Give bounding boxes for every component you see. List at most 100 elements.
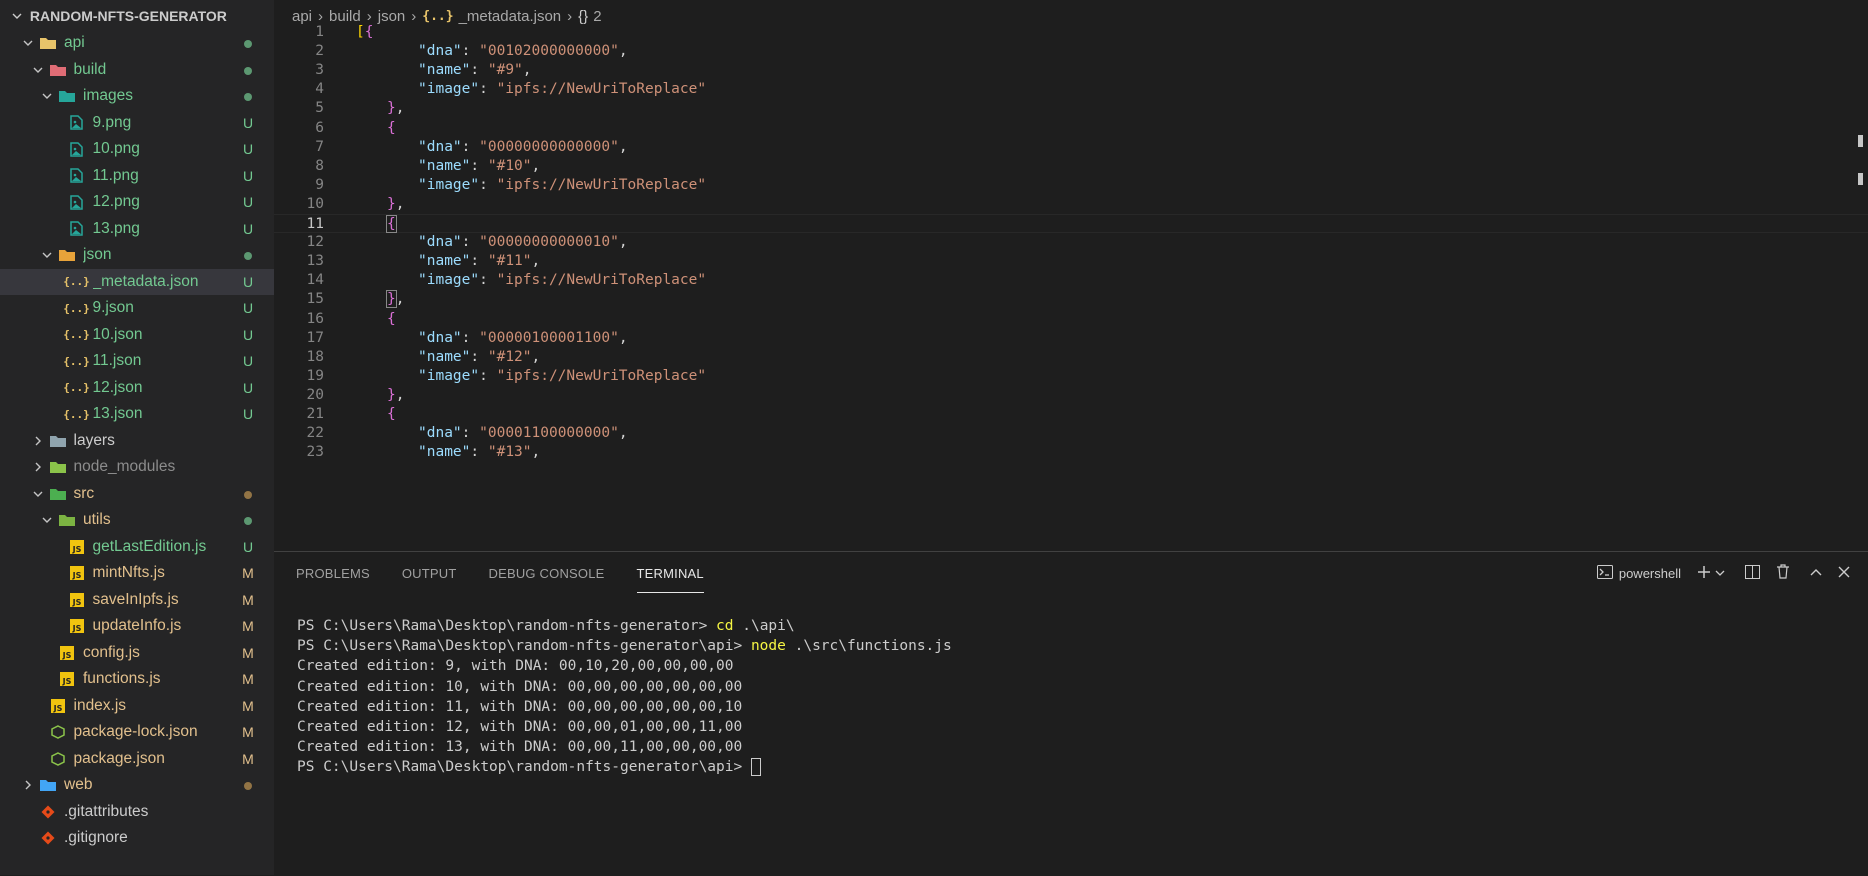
code-line[interactable]: 14 "image": "ipfs://NewUriToReplace" (274, 271, 1868, 290)
modified-dot-icon (240, 486, 256, 502)
code-line[interactable]: 6{ (274, 119, 1868, 138)
tab-output[interactable]: OUTPUT (402, 566, 457, 588)
file-item-12-png[interactable]: 12.png U (0, 189, 274, 216)
chevron-right-icon[interactable] (30, 459, 46, 475)
folder-item-src[interactable]: src (0, 481, 274, 508)
code-line[interactable]: 1 [{ (274, 23, 1868, 42)
breadcrumb-item-api[interactable]: api (292, 8, 312, 25)
code-line[interactable]: 5}, (274, 99, 1868, 118)
code-line[interactable]: 17 "dna": "00000100001100", (274, 329, 1868, 348)
file-item-saveinipfs-js[interactable]: JS saveInIpfs.js M (0, 587, 274, 614)
code-line[interactable]: 9 "image": "ipfs://NewUriToReplace" (274, 176, 1868, 195)
folder-item-layers[interactable]: layers (0, 428, 274, 455)
code-line[interactable]: 16 { (274, 310, 1868, 329)
folder-item-json[interactable]: json (0, 242, 274, 269)
file-item-metadata-json[interactable]: {..} _metadata.json U (0, 268, 274, 295)
terminal-selector[interactable]: powershell (1596, 564, 1681, 582)
code-line[interactable]: 13 "name": "#11", (274, 252, 1868, 271)
folder-item-build[interactable]: build (0, 57, 274, 84)
file-item-updateinfo-js[interactable]: JS updateInfo.js M (0, 613, 274, 640)
file-item-gitattributes[interactable]: .gitattributes (0, 799, 274, 826)
file-item-index-js[interactable]: JS index.js M (0, 693, 274, 720)
chevron-down-icon[interactable] (20, 35, 36, 51)
folder-item-images[interactable]: images (0, 83, 274, 110)
tab-terminal[interactable]: TERMINAL (636, 566, 704, 593)
code-text: }, (356, 195, 404, 214)
breadcrumb-item-json[interactable]: json (378, 8, 406, 25)
terminal-output[interactable]: PS C:\Users\Rama\Desktop\random-nfts-gen… (297, 616, 952, 778)
file-item-config-js[interactable]: JS config.js M (0, 640, 274, 667)
file-item-mintnfts-js[interactable]: JS mintNfts.js M (0, 560, 274, 587)
chevron-down-icon[interactable] (30, 486, 46, 502)
code-line[interactable]: 12 "dna": "00000000000010", (274, 233, 1868, 252)
file-item-9-json[interactable]: {..} 9.json U (0, 295, 274, 322)
chevron-right-icon[interactable] (30, 433, 46, 449)
editor-area[interactable]: api › build › json › {..} _metadata.json… (274, 0, 1868, 551)
code-line[interactable]: 3 "name": "#9", (274, 61, 1868, 80)
code-line[interactable]: 10}, (274, 195, 1868, 214)
chevron-down-icon[interactable] (1715, 566, 1725, 581)
code-line[interactable]: 21 { (274, 405, 1868, 424)
code-line[interactable]: 19 "image": "ipfs://NewUriToReplace" (274, 367, 1868, 386)
code-line[interactable]: 11 { (274, 214, 1868, 234)
file-item-10-json[interactable]: {..} 10.json U (0, 322, 274, 349)
folder-item-web[interactable]: web (0, 772, 274, 799)
folder-item-utils[interactable]: utils (0, 507, 274, 534)
overview-ruler[interactable] (1858, 135, 1866, 211)
code-token: "#10" (487, 157, 532, 174)
svg-text:JS: JS (62, 677, 72, 686)
maximize-panel-button[interactable] (1810, 566, 1822, 581)
kill-terminal-button[interactable] (1776, 564, 1790, 582)
file-item-13-json[interactable]: {..} 13.json U (0, 401, 274, 428)
svg-text:JS: JS (62, 651, 72, 660)
code-line[interactable]: 23 "name": "#13", (274, 443, 1868, 462)
code-token: , (395, 195, 405, 212)
json-file-icon: {..} (63, 381, 90, 395)
split-terminal-button[interactable] (1745, 564, 1760, 582)
file-item-11-json[interactable]: {..} 11.json U (0, 348, 274, 375)
code-line[interactable]: 2 "dna": "00102000000000", (274, 42, 1868, 61)
file-item-12-json[interactable]: {..} 12.json U (0, 375, 274, 402)
breadcrumb-item-file[interactable]: _metadata.json (459, 8, 562, 25)
js-file-icon: JS (57, 644, 77, 662)
code-line[interactable]: 7 "dna": "00000000000000", (274, 138, 1868, 157)
json-file-icon: {..} (63, 354, 90, 368)
file-item-10-png[interactable]: 10.png U (0, 136, 274, 163)
file-item-functions-js[interactable]: JS functions.js M (0, 666, 274, 693)
file-item-package-json[interactable]: package.json M (0, 746, 274, 773)
git-status-badge: M (242, 644, 254, 661)
ruler-mark (1858, 135, 1863, 147)
file-item-9-png[interactable]: 9.png U (0, 110, 274, 137)
tab-problems[interactable]: PROBLEMS (296, 566, 370, 588)
code-text: { (356, 119, 396, 138)
code-line[interactable]: 4 "image": "ipfs://NewUriToReplace" (274, 80, 1868, 99)
terminal-text: PS C:\Users\Rama\Desktop\random-nfts-gen… (297, 759, 751, 776)
code-line[interactable]: 22 "dna": "00001100000000", (274, 424, 1868, 443)
breadcrumb-item-symbol[interactable]: 2 (593, 8, 601, 25)
chevron-down-icon[interactable] (39, 512, 55, 528)
chevron-right-icon[interactable] (20, 777, 36, 793)
chevron-down-icon[interactable] (30, 62, 46, 78)
close-panel-button[interactable] (1838, 566, 1850, 581)
line-number: 10 (306, 195, 324, 212)
breadcrumb-item-build[interactable]: build (329, 8, 361, 25)
code-line[interactable]: 15}, (274, 290, 1868, 309)
code-token: "image" (418, 367, 480, 384)
file-item-11-png[interactable]: 11.png U (0, 163, 274, 190)
code-line[interactable]: 18 "name": "#12", (274, 348, 1868, 367)
file-item-getlastedition-js[interactable]: JS getLastEdition.js U (0, 534, 274, 561)
tab-debug-console[interactable]: DEBUG CONSOLE (489, 566, 605, 588)
folder-utils-icon (57, 511, 77, 529)
folder-item-api[interactable]: api (0, 30, 274, 57)
code-line[interactable]: 20}, (274, 386, 1868, 405)
new-terminal-button[interactable] (1697, 565, 1725, 582)
folder-item-node-modules[interactable]: node_modules (0, 454, 274, 481)
modified-dot-icon (240, 62, 256, 78)
code-line[interactable]: 8 "name": "#10", (274, 157, 1868, 176)
file-item-package-lock-json[interactable]: package-lock.json M (0, 719, 274, 746)
file-item-13-png[interactable]: 13.png U (0, 216, 274, 243)
file-item-gitignore[interactable]: .gitignore (0, 825, 274, 852)
chevron-down-icon[interactable] (39, 247, 55, 263)
explorer-header[interactable]: RANDOM-NFTS-GENERATOR (0, 0, 274, 30)
chevron-down-icon[interactable] (39, 88, 55, 104)
